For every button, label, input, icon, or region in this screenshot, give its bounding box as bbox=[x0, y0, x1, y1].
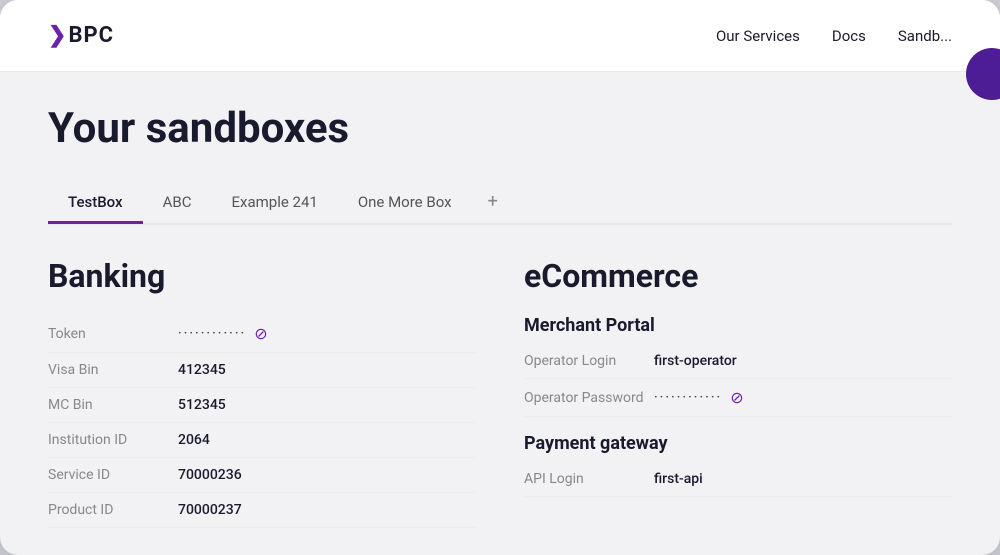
field-mc-bin: MC Bin 512345 bbox=[48, 388, 476, 423]
field-label-api-login: API Login bbox=[524, 471, 654, 487]
tab-add-button[interactable]: + bbox=[472, 181, 514, 225]
header: ❯ BPC Our Services Docs Sandb... bbox=[0, 0, 1000, 72]
nav-sandbox[interactable]: Sandb... bbox=[898, 27, 952, 45]
field-visa-bin: Visa Bin 412345 bbox=[48, 353, 476, 388]
operator-password-dots: ············ bbox=[654, 390, 722, 405]
field-label-institution-id: Institution ID bbox=[48, 432, 178, 448]
main-content: Your sandboxes TestBox ABC Example 241 O… bbox=[0, 72, 1000, 528]
nav: Our Services Docs Sandb... bbox=[716, 27, 952, 45]
token-eye-icon[interactable]: ⊘ bbox=[254, 324, 267, 343]
field-label-product-id: Product ID bbox=[48, 502, 178, 518]
ecommerce-section: eCommerce Merchant Portal Operator Login… bbox=[524, 257, 952, 528]
field-service-id: Service ID 70000236 bbox=[48, 458, 476, 493]
field-api-login: API Login first-api bbox=[524, 462, 952, 497]
field-value-token: ············ ⊘ bbox=[178, 324, 268, 343]
content-grid: Banking Token ············ ⊘ Visa Bin 41… bbox=[48, 257, 952, 528]
field-value-institution-id: 2064 bbox=[178, 432, 210, 448]
banking-section: Banking Token ············ ⊘ Visa Bin 41… bbox=[48, 257, 476, 528]
field-label-operator-login: Operator Login bbox=[524, 353, 654, 369]
field-value-visa-bin: 412345 bbox=[178, 362, 226, 378]
field-value-mc-bin: 512345 bbox=[178, 397, 226, 413]
field-operator-password: Operator Password ············ ⊘ bbox=[524, 379, 952, 417]
field-product-id: Product ID 70000237 bbox=[48, 493, 476, 528]
field-value-service-id: 70000236 bbox=[178, 467, 242, 483]
page-title: Your sandboxes bbox=[48, 104, 952, 153]
field-value-operator-password: ············ ⊘ bbox=[654, 388, 744, 407]
field-label-visa-bin: Visa Bin bbox=[48, 362, 178, 378]
ecommerce-title: eCommerce bbox=[524, 257, 952, 295]
tab-abc[interactable]: ABC bbox=[143, 183, 212, 224]
field-label-token: Token bbox=[48, 326, 178, 342]
field-label-operator-password: Operator Password bbox=[524, 390, 654, 406]
logo-chevron-icon: ❯ bbox=[48, 25, 66, 47]
field-value-operator-login: first-operator bbox=[654, 353, 737, 369]
screen-wrapper: ❯ BPC Our Services Docs Sandb... Your sa… bbox=[0, 0, 1000, 555]
logo: ❯ BPC bbox=[48, 23, 114, 48]
token-dots: ············ bbox=[178, 326, 246, 341]
payment-gateway-subtitle: Payment gateway bbox=[524, 433, 952, 454]
field-label-service-id: Service ID bbox=[48, 467, 178, 483]
nav-docs[interactable]: Docs bbox=[832, 27, 866, 45]
field-token: Token ············ ⊘ bbox=[48, 315, 476, 353]
field-operator-login: Operator Login first-operator bbox=[524, 344, 952, 379]
nav-our-services[interactable]: Our Services bbox=[716, 27, 800, 45]
tab-testbox[interactable]: TestBox bbox=[48, 183, 143, 224]
banking-title: Banking bbox=[48, 257, 476, 295]
field-institution-id: Institution ID 2064 bbox=[48, 423, 476, 458]
tabs-bar: TestBox ABC Example 241 One More Box + bbox=[48, 181, 952, 225]
tab-one-more-box[interactable]: One More Box bbox=[338, 183, 472, 224]
logo-text: BPC bbox=[68, 23, 114, 48]
field-value-api-login: first-api bbox=[654, 471, 703, 487]
field-label-mc-bin: MC Bin bbox=[48, 397, 178, 413]
merchant-portal-subtitle: Merchant Portal bbox=[524, 315, 952, 336]
operator-password-eye-icon[interactable]: ⊘ bbox=[730, 388, 743, 407]
field-value-product-id: 70000237 bbox=[178, 502, 242, 518]
tab-example241[interactable]: Example 241 bbox=[211, 183, 337, 224]
